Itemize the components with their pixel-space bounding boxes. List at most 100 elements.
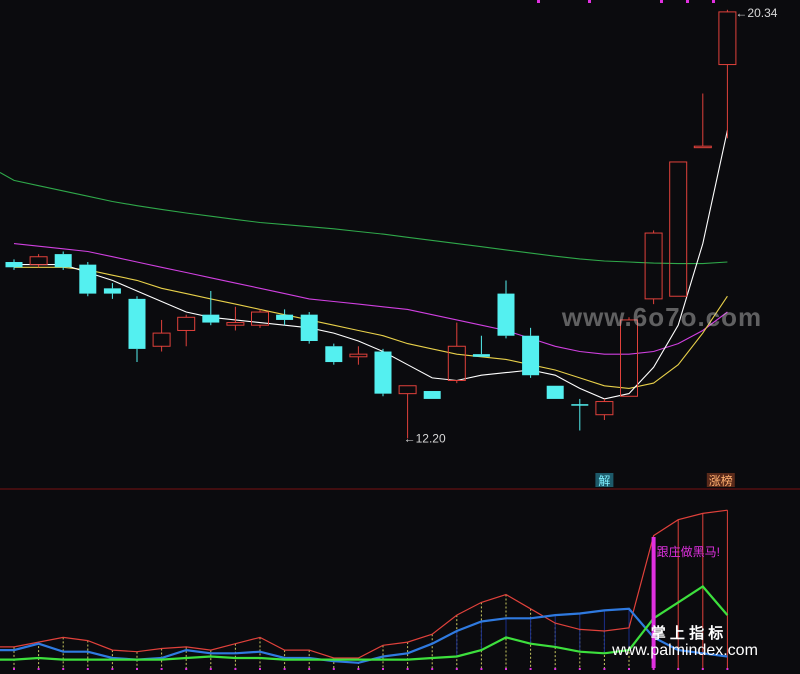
candle-body	[226, 322, 245, 326]
candle-29	[718, 9, 737, 139]
high-price-label: ←20.34	[735, 6, 777, 20]
candle-body	[669, 161, 688, 297]
candle-10	[251, 309, 269, 328]
top-tick-mark-0	[537, 0, 540, 3]
tag-jie: 解	[598, 474, 610, 488]
bottom-dot-14	[357, 668, 360, 670]
bottom-dot-1	[37, 668, 40, 670]
candle-7	[177, 314, 196, 347]
candle-body	[595, 401, 614, 416]
bottom-dot-15	[382, 668, 384, 670]
candle-9	[226, 306, 245, 331]
top-tick-mark-2	[660, 0, 663, 3]
candle-body	[398, 385, 417, 395]
candle-1	[29, 254, 48, 268]
candle-21	[522, 327, 540, 378]
candle-12	[300, 312, 318, 344]
bottom-dot-29	[726, 668, 729, 670]
candle-13	[325, 343, 343, 365]
bottom-dot-3	[86, 668, 89, 670]
candle-body	[325, 346, 343, 363]
candle-body	[152, 332, 171, 347]
candle-body	[423, 391, 441, 399]
candle-4	[103, 283, 121, 299]
candle-28	[693, 93, 712, 149]
bottom-dot-16	[406, 668, 409, 670]
candle-body	[5, 262, 23, 268]
watermark-brand: 掌 上 指 标	[651, 624, 724, 642]
candle-6	[152, 319, 171, 352]
top-tick-mark-1	[588, 0, 591, 3]
watermark-6o7o: www.6o7o.com	[561, 302, 762, 332]
bottom-dot-2	[62, 668, 65, 670]
candle-body	[472, 354, 490, 357]
watermark-url: www.palmindex.com	[611, 642, 758, 659]
candle-body	[276, 314, 294, 320]
candle-body	[103, 288, 121, 294]
candle-body	[54, 254, 72, 268]
candle-5	[128, 296, 146, 363]
candle-24	[595, 398, 614, 420]
bottom-dot-10	[259, 668, 261, 670]
bottom-dot-6	[160, 668, 163, 670]
candle-15	[374, 348, 392, 397]
bottom-dot-19	[480, 668, 483, 670]
candle-body	[374, 351, 392, 394]
signal-label: 跟庄做黑马!	[657, 544, 720, 559]
candle-3	[79, 262, 97, 297]
candle-19	[472, 335, 490, 357]
candle-body	[202, 314, 220, 323]
bottom-dot-21	[529, 668, 532, 670]
candle-body	[497, 293, 515, 336]
bottom-dot-27	[677, 668, 680, 670]
bottom-dot-23	[578, 668, 581, 670]
bottom-dot-20	[505, 668, 507, 670]
candle-11	[276, 309, 294, 326]
low-price-label: ←12.20	[404, 431, 446, 445]
kline-chart: ←12.20 ←20.34 解 涨榜 www.6o7o.com 跟庄做黑马! 掌 上 指 标…	[0, 0, 800, 670]
bottom-dot-4	[111, 668, 114, 670]
candle-17	[423, 391, 441, 399]
bottom-dot-9	[234, 668, 237, 670]
candle-body	[447, 345, 466, 381]
candle-body	[693, 145, 712, 149]
candle-26	[644, 230, 663, 305]
bottom-dot-8	[209, 668, 212, 670]
bottom-dot-26	[652, 668, 655, 670]
candle-body	[349, 353, 368, 358]
bottom-dot-28	[701, 668, 704, 670]
candle-23	[571, 398, 589, 431]
bottom-dot-12	[308, 668, 311, 670]
candle-20	[497, 280, 515, 339]
bottom-dot-18	[455, 668, 458, 670]
candle-body	[128, 298, 146, 349]
candle-8	[202, 290, 220, 326]
bottom-dot-7	[185, 668, 188, 670]
ma-line-4	[0, 172, 728, 265]
candle-27	[669, 161, 688, 297]
candle-body	[177, 316, 196, 331]
candle-body	[79, 264, 97, 294]
bottom-dot-22	[554, 668, 557, 670]
candle-0	[5, 259, 23, 270]
candle-body	[546, 385, 564, 399]
bottom-dot-17	[431, 668, 434, 670]
bottom-dot-24	[603, 668, 606, 670]
bottom-dot-13	[332, 668, 335, 670]
tag-zhangbang: 涨榜	[709, 473, 733, 488]
candle-body	[300, 314, 318, 341]
top-tick-mark-4	[712, 0, 715, 3]
candle-body	[29, 256, 48, 266]
candle-22	[546, 385, 564, 399]
bottom-dot-25	[628, 668, 630, 670]
candle-2	[54, 251, 72, 270]
bottom-dot-5	[136, 668, 138, 670]
sub-line-1	[0, 509, 728, 659]
candle-body	[718, 11, 737, 66]
candle-body	[522, 335, 540, 376]
candle-body	[644, 232, 663, 300]
candle-14	[349, 346, 368, 365]
bottom-dot-11	[283, 668, 286, 670]
top-tick-mark-3	[686, 0, 689, 3]
candle-body	[571, 404, 589, 406]
